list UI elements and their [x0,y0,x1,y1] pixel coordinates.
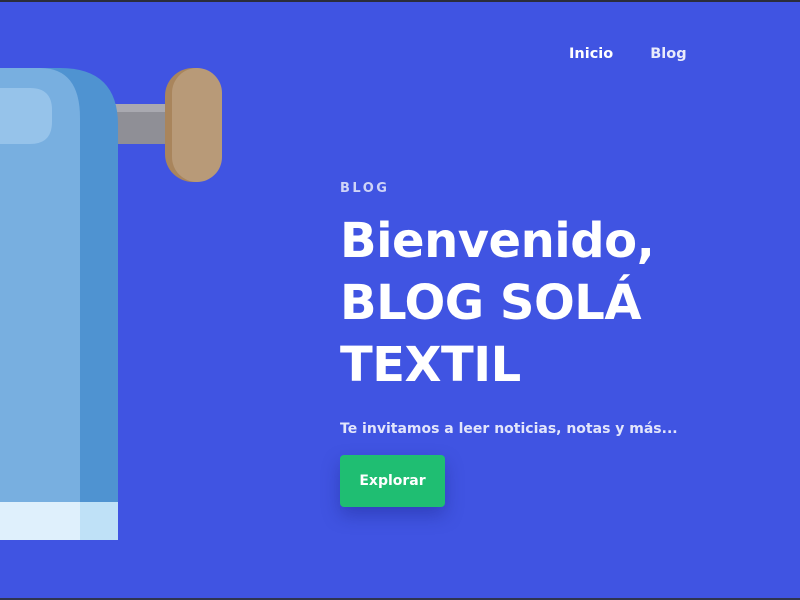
explore-button[interactable]: Explorar [340,455,445,507]
nav-item-inicio[interactable]: Inicio [569,44,613,64]
hero-title: Bienvenido, BLOG SOLÁ TEXTIL [340,210,780,396]
hero-title-line-3: TEXTIL [340,337,521,393]
hero-subtitle: Te invitamos a leer noticias, notas y má… [340,421,678,437]
hero-title-line-1: Bienvenido, [340,213,655,269]
fabric-roll-icon [0,68,222,540]
hero-title-line-2: BLOG SOLÁ [340,275,641,331]
main-nav: Inicio Blog [569,44,687,64]
hero-section: BLOG Bienvenido, BLOG SOLÁ TEXTIL Te inv… [340,180,780,439]
nav-item-blog[interactable]: Blog [650,44,686,64]
hero-eyebrow: BLOG [340,181,390,196]
